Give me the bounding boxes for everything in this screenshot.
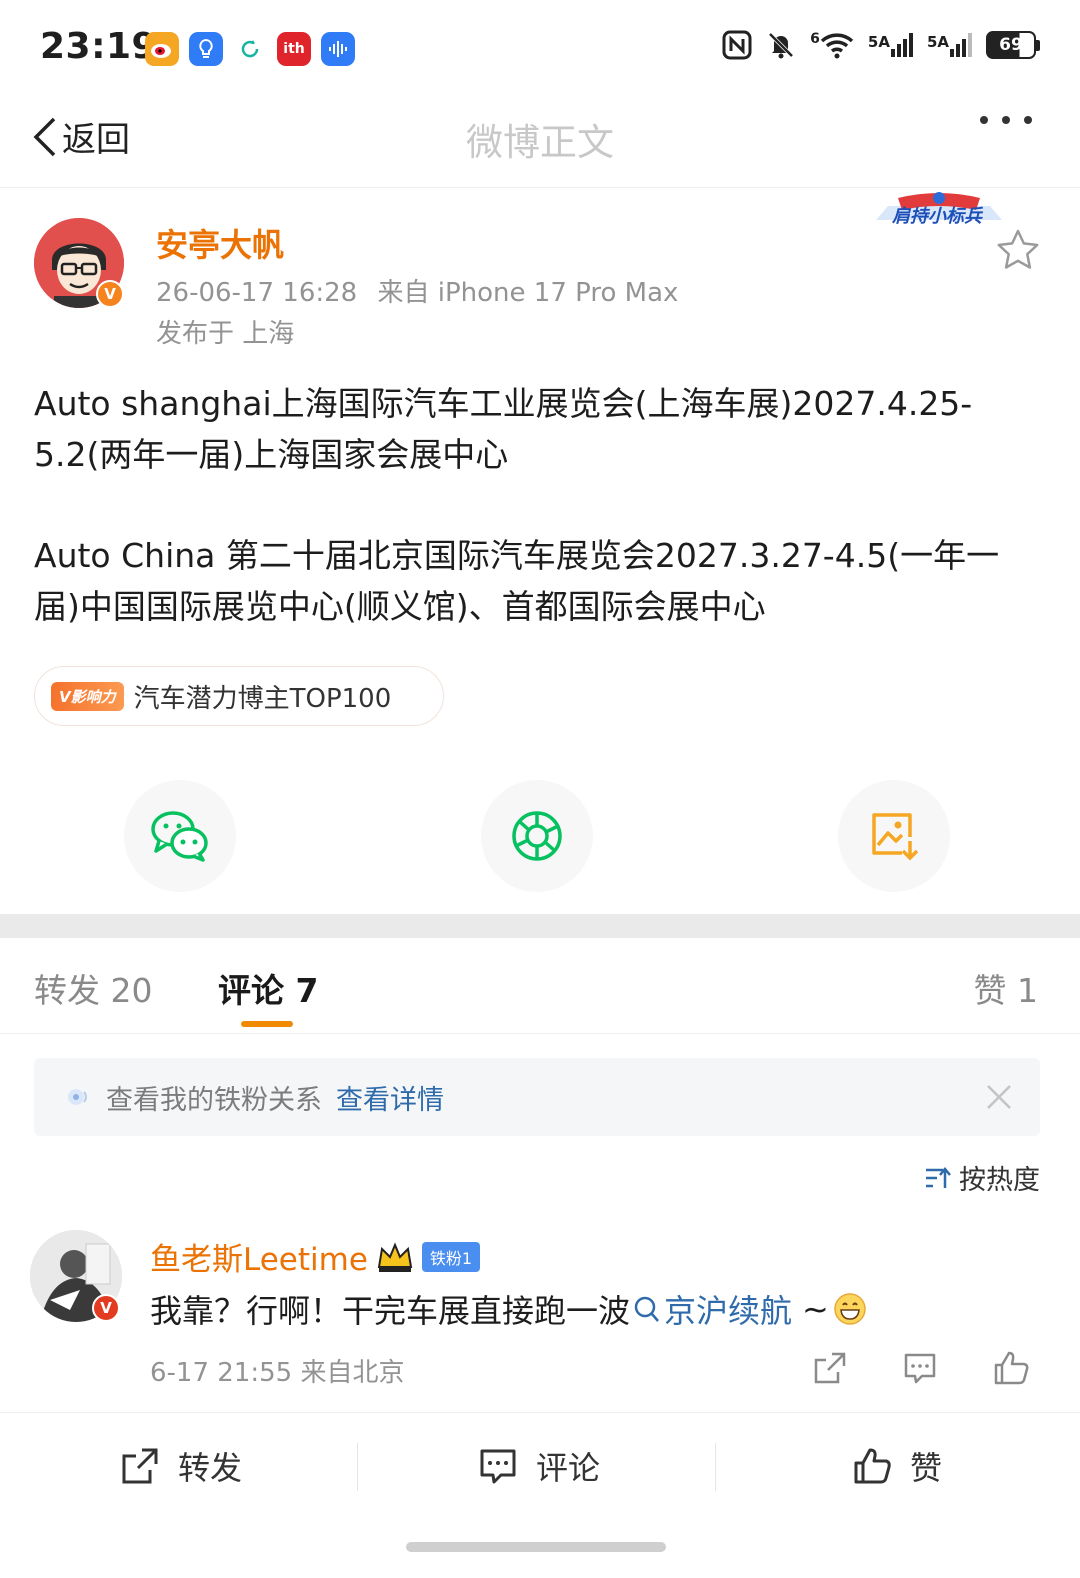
tab-repost[interactable]: 转发 20 <box>34 964 152 1012</box>
close-icon[interactable] <box>984 1082 1014 1112</box>
bottom-like-label: 赞 <box>910 1449 943 1487</box>
fan-notice-link[interactable]: 查看详情 <box>336 1078 444 1117</box>
post-timestamp: 26-06-17 16:28 <box>156 278 358 308</box>
influence-badge: V影响力 <box>51 681 124 711</box>
tab-likes[interactable]: 赞 1 <box>974 964 1039 1012</box>
bottom-comment-button[interactable]: 评论 <box>478 1443 600 1489</box>
fan-relation-notice: 查看我的铁粉关系 查看详情 <box>34 1058 1040 1136</box>
fan-notice-icon <box>68 1089 87 1105</box>
post-source: 来自 iPhone 17 Pro Max <box>377 278 679 308</box>
more-button[interactable] <box>980 116 1032 124</box>
ithome-app-icon: ith <box>277 32 311 66</box>
active-tab-indicator <box>241 1021 293 1027</box>
system-icons: 6 5A 5A 69 <box>722 30 1040 60</box>
share-wechat-button[interactable] <box>124 780 236 892</box>
save-image-icon <box>872 813 919 861</box>
commenter-verified-icon: V <box>92 1294 120 1322</box>
bulb-app-icon <box>189 32 223 66</box>
sync-icon <box>233 32 267 66</box>
post-location: 发布于 上海 <box>156 319 295 349</box>
mute-bell-icon <box>768 32 794 59</box>
nav-bar: 返回 微博正文 <box>0 100 1080 188</box>
sort-label: 按热度 <box>959 1165 1040 1196</box>
commenter-name[interactable]: 鱼老斯Leetime <box>150 1234 368 1279</box>
tab-comments[interactable]: 评论 7 <box>218 964 318 1012</box>
influence-tag[interactable]: V影响力 汽车潜力博主TOP100 <box>34 666 444 726</box>
page-title: 微博正文 <box>466 121 614 164</box>
verified-badge-icon: V <box>96 280 124 308</box>
section-divider <box>0 914 1080 938</box>
post-paragraph-1: Auto shanghai上海国际汽车工业展览会(上海车展)2027.4.25-… <box>34 384 973 474</box>
bottom-comment-label: 评论 <box>536 1449 601 1487</box>
wechat-icon <box>151 811 208 862</box>
signal-icon-1 <box>890 33 913 57</box>
comment-body: 我靠？行啊！干完车展直接跑一波 <box>150 1292 631 1330</box>
comment-text: 我靠？行啊！干完车展直接跑一波 京沪续航 ~ <box>150 1286 867 1332</box>
save-image-button[interactable] <box>838 780 950 892</box>
nfc-icon <box>722 30 752 60</box>
wifi-icon <box>820 33 854 59</box>
author-name[interactable]: 安亭大帆 <box>156 220 284 266</box>
battery-level: 69 <box>999 35 1023 55</box>
home-indicator[interactable] <box>406 1542 666 1552</box>
bottom-divider-2 <box>715 1443 716 1491</box>
signal-icon-2 <box>950 33 972 57</box>
post-meta: 26-06-17 16:28 来自 iPhone 17 Pro Max <box>156 272 678 309</box>
comment-repost-icon[interactable] <box>812 1350 848 1386</box>
comment-tilde: ~ <box>802 1290 829 1328</box>
share-moments-button[interactable] <box>481 780 593 892</box>
bottom-action-bar: 转发 评论 赞 <box>0 1412 1080 1522</box>
fan-title-text: 肩持小标兵 <box>892 206 982 227</box>
crown-icon <box>377 1241 413 1272</box>
notification-icons: ith <box>145 32 355 66</box>
comment-icon <box>480 1449 516 1484</box>
bottom-like-button[interactable]: 赞 <box>852 1443 942 1489</box>
comment-meta: 6-17 21:55 来自北京 <box>150 1358 405 1388</box>
repost-icon <box>122 1448 158 1484</box>
status-time: 23:19 <box>40 26 158 67</box>
sort-icon <box>926 1166 951 1188</box>
grin-emoji-icon <box>834 1293 866 1325</box>
comment-reply-icon[interactable] <box>902 1350 938 1386</box>
favorite-star-icon[interactable] <box>996 228 1040 272</box>
battery-icon: 69 <box>986 31 1040 59</box>
fan-notice-text: 查看我的铁粉关系 <box>106 1084 322 1116</box>
wifi-label: 6 <box>810 31 820 47</box>
commenter-name-row: 鱼老斯Leetime 铁粉1 <box>150 1234 481 1279</box>
comment-topic: 京沪续航 <box>664 1292 793 1330</box>
influence-tag-label: 汽车潜力博主TOP100 <box>133 683 392 714</box>
sort-button[interactable]: 按热度 <box>923 1158 1040 1197</box>
like-icon <box>854 1448 891 1484</box>
weibo-app-icon <box>145 32 179 66</box>
bottom-repost-button[interactable]: 转发 <box>120 1443 242 1489</box>
status-bar: 23:19 ith 6 5A 5A 69 <box>0 0 1080 100</box>
fan-level-badge: 铁粉1 <box>421 1241 481 1272</box>
search-icon <box>634 1296 659 1322</box>
moments-icon <box>512 811 562 861</box>
comment-actions <box>812 1350 1030 1386</box>
voice-app-icon <box>321 32 355 66</box>
post-paragraph-2: Auto China 第二十届北京国际汽车展览会2027.3.27-4.5(一年… <box>34 536 1000 626</box>
signal-label-2: 5A <box>926 33 949 51</box>
bottom-divider-1 <box>357 1443 358 1491</box>
fan-title-badge: 肩持小标兵 <box>868 190 1010 230</box>
bottom-repost-label: 转发 <box>178 1449 243 1487</box>
tab-divider <box>0 1033 1080 1034</box>
signal-label-1: 5A <box>867 33 890 51</box>
comment-like-icon[interactable] <box>992 1350 1030 1386</box>
comment-topic-link[interactable]: 京沪续航 <box>634 1286 792 1332</box>
